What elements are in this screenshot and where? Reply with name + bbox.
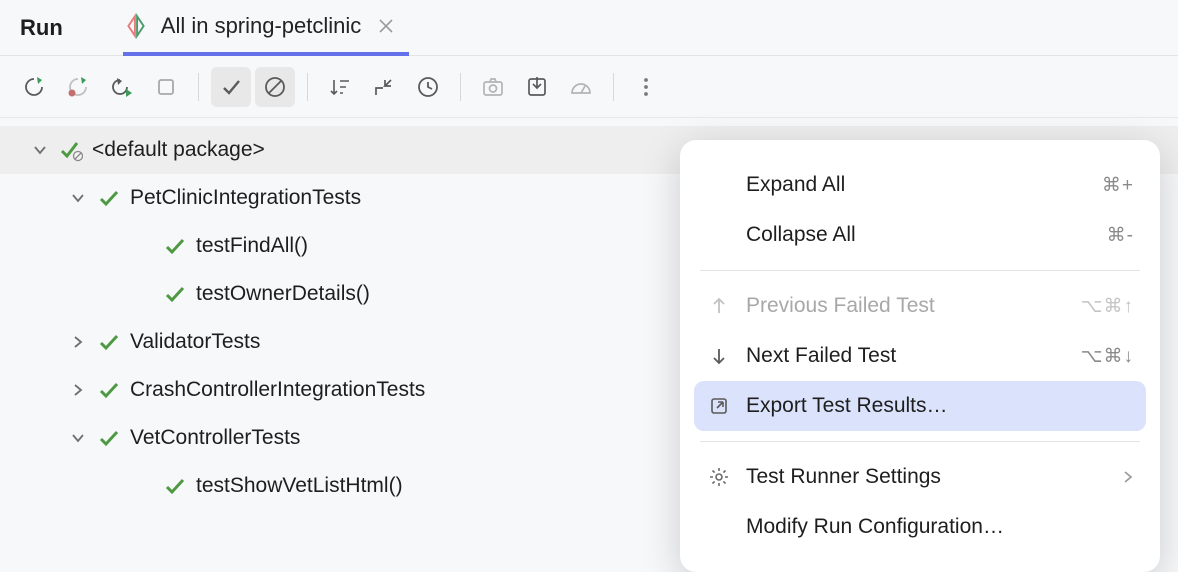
chevron-right-icon [1122, 471, 1134, 483]
tool-window-header: Run All in spring-petclinic [0, 0, 1178, 56]
toolbar-separator [460, 73, 461, 101]
run-toolbar [0, 56, 1178, 118]
test-passed-icon [162, 233, 188, 259]
menu-item-modify-config[interactable]: Modify Run Configuration… [680, 502, 1160, 552]
toolbar-separator [613, 73, 614, 101]
tree-node-label: ValidatorTests [130, 330, 260, 354]
show-passed-toggle[interactable] [211, 67, 251, 107]
chevron-down-icon [68, 431, 88, 445]
arrow-down-icon [706, 346, 732, 366]
tree-node-label: testFindAll() [196, 234, 308, 258]
menu-item-next-failed[interactable]: Next Failed Test ⌥⌘↓ [680, 331, 1160, 381]
toggle-auto-test-button[interactable] [102, 67, 142, 107]
menu-item-label: Test Runner Settings [746, 465, 1108, 489]
toolbar-separator [307, 73, 308, 101]
menu-item-settings[interactable]: Test Runner Settings [680, 452, 1160, 502]
menu-item-label: Previous Failed Test [746, 294, 1067, 318]
run-config-diff-icon [123, 13, 149, 39]
history-button[interactable] [408, 67, 448, 107]
run-tab-active[interactable]: All in spring-petclinic [123, 0, 410, 56]
menu-shortcut: ⌥⌘↑ [1081, 295, 1134, 318]
menu-shortcut: ⌥⌘↓ [1081, 345, 1134, 368]
tree-node-label: testOwnerDetails() [196, 282, 370, 306]
menu-shortcut: ⌘+ [1102, 174, 1134, 197]
menu-item-label: Next Failed Test [746, 344, 1067, 368]
menu-item-label: Expand All [746, 173, 1088, 197]
menu-item-export[interactable]: Export Test Results… [694, 381, 1146, 431]
stop-button[interactable] [146, 67, 186, 107]
test-passed-icon [96, 425, 122, 451]
test-passed-icon [162, 473, 188, 499]
import-tests-button[interactable] [517, 67, 557, 107]
rerun-button[interactable] [14, 67, 54, 107]
menu-item-label: Collapse All [746, 223, 1093, 247]
export-icon [706, 396, 732, 416]
tree-node-label: CrashControllerIntegrationTests [130, 378, 425, 402]
collapse-all-button[interactable] [364, 67, 404, 107]
screenshot-button[interactable] [473, 67, 513, 107]
tab-title: All in spring-petclinic [161, 13, 362, 39]
tree-node-label: VetControllerTests [130, 426, 300, 450]
menu-shortcut: ⌘- [1107, 224, 1134, 247]
tab-close-button[interactable] [373, 13, 399, 39]
arrow-up-icon [706, 296, 732, 316]
menu-item-collapse-all[interactable]: Collapse All ⌘- [680, 210, 1160, 260]
test-passed-icon [96, 377, 122, 403]
more-options-button[interactable] [626, 67, 666, 107]
toolbar-separator [198, 73, 199, 101]
tree-node-label: <default package> [92, 138, 265, 162]
menu-item-label: Export Test Results… [746, 394, 1134, 418]
test-passed-badge-icon [58, 137, 84, 163]
tree-node-label: PetClinicIntegrationTests [130, 186, 361, 210]
chevron-right-icon [68, 383, 88, 397]
sort-button[interactable] [320, 67, 360, 107]
gear-icon [706, 466, 732, 488]
run-tool-label: Run [20, 15, 63, 41]
menu-item-label: Modify Run Configuration… [746, 515, 1134, 539]
context-menu: Expand All ⌘+ Collapse All ⌘- Previous F… [680, 140, 1160, 572]
menu-item-expand-all[interactable]: Expand All ⌘+ [680, 160, 1160, 210]
test-passed-icon [96, 185, 122, 211]
dashboard-button[interactable] [561, 67, 601, 107]
rerun-failed-button[interactable] [58, 67, 98, 107]
test-passed-icon [162, 281, 188, 307]
tree-node-label: testShowVetListHtml() [196, 474, 403, 498]
test-passed-icon [96, 329, 122, 355]
chevron-down-icon [30, 143, 50, 157]
chevron-down-icon [68, 191, 88, 205]
menu-separator [700, 270, 1140, 271]
show-ignored-toggle[interactable] [255, 67, 295, 107]
menu-item-prev-failed: Previous Failed Test ⌥⌘↑ [680, 281, 1160, 331]
chevron-right-icon [68, 335, 88, 349]
menu-separator [700, 441, 1140, 442]
